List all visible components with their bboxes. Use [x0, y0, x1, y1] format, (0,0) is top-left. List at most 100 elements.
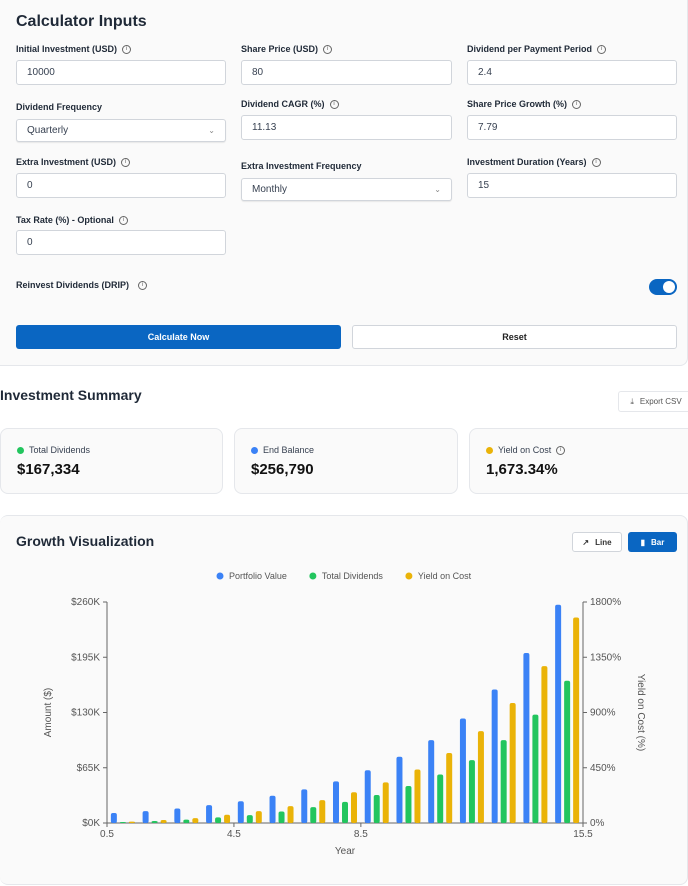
calculator-inputs-card: Calculator Inputs Initial Investment (US…	[0, 0, 688, 366]
bar-total-dividends	[468, 760, 475, 823]
bar-portfolio-value	[396, 756, 403, 823]
bar-portfolio-value	[142, 811, 149, 823]
dividend-cagr-input[interactable]: 11.13	[241, 115, 452, 140]
bar-yield-on-cost	[319, 800, 326, 823]
calculator-inputs-title: Calculator Inputs	[16, 13, 147, 30]
yellow-dot-icon	[486, 446, 493, 454]
bar-yield-on-cost	[192, 818, 199, 823]
bar-portfolio-value	[206, 805, 213, 823]
y2-axis-title: Yield on Cost (%)	[635, 674, 646, 751]
bar-yield-on-cost	[160, 820, 167, 823]
end-balance-label: End Balance	[251, 445, 314, 455]
x-tick-label: 8.5	[354, 829, 368, 840]
yield-on-cost-value: 1,673.34%	[486, 461, 558, 478]
y2-tick-label: 0%	[590, 818, 605, 829]
bar-portfolio-value	[491, 689, 498, 823]
y-tick-label: $65K	[77, 763, 101, 774]
legend-marker	[405, 572, 413, 580]
growth-chart: $0K $65K $130K $195K $260K 0% 450% 900% 1350% 180…	[43, 571, 646, 857]
bar-portfolio-value	[523, 653, 530, 823]
bar-portfolio-value	[364, 770, 371, 823]
info-icon[interactable]: i	[121, 157, 131, 167]
extra-investment-input[interactable]: 0	[16, 173, 226, 198]
legend-marker	[309, 572, 317, 580]
info-icon[interactable]: i	[591, 157, 601, 167]
legend-marker	[216, 572, 224, 580]
bar-total-dividends	[373, 794, 380, 823]
toggle-knob	[663, 281, 675, 293]
bar-yield-on-cost	[414, 769, 421, 823]
x-tick-label: 0.5	[100, 829, 114, 840]
bar-portfolio-value	[110, 813, 117, 823]
yield-on-cost-card: Yield on Cost i 1,673.34%	[469, 428, 688, 494]
label-text: Dividend per Payment Period	[467, 44, 593, 54]
bar-yield-on-cost	[477, 731, 484, 823]
info-icon[interactable]: i	[329, 99, 339, 109]
extra-frequency-select[interactable]: Monthly ⌄	[241, 178, 452, 201]
download-icon: ⤓	[630, 396, 634, 406]
info-icon[interactable]: i	[597, 44, 607, 54]
bar-portfolio-value	[459, 718, 466, 823]
green-dot-icon	[17, 446, 24, 454]
select-value: Monthly	[252, 184, 288, 195]
label-text: Reinvest Dividends (DRIP)	[16, 280, 130, 290]
label-text: Dividend CAGR (%)	[241, 99, 325, 109]
tax-rate-input[interactable]: 0	[16, 230, 226, 255]
y-tick-label: $195K	[71, 652, 100, 663]
bar-portfolio-value	[269, 795, 276, 823]
share-price-input[interactable]: 80	[241, 60, 452, 85]
summary-title: Investment Summary	[0, 387, 142, 403]
export-csv-button[interactable]: ⤓ Export CSV	[618, 391, 688, 412]
label-text: Investment Duration (Years)	[467, 157, 587, 167]
total-dividends-card: Total Dividends $167,334	[0, 428, 223, 494]
drip-toggle[interactable]	[649, 279, 677, 295]
calculate-button[interactable]: Calculate Now	[16, 325, 341, 349]
chevron-down-icon: ⌄	[434, 185, 441, 194]
info-icon[interactable]: i	[138, 280, 148, 290]
bar-yield-on-cost	[224, 814, 231, 823]
label-text: Share Price (USD)	[241, 44, 319, 54]
bar-total-dividends	[564, 680, 571, 823]
bar-total-dividends	[405, 786, 412, 823]
info-icon[interactable]: i	[118, 215, 128, 225]
bar-yield-on-cost	[509, 703, 516, 823]
info-icon[interactable]: i	[323, 44, 333, 54]
bar-yield-on-cost	[287, 806, 294, 823]
export-label: Export CSV	[639, 397, 682, 406]
bar-portfolio-value	[428, 740, 435, 823]
bar-yield-on-cost	[255, 811, 262, 823]
bar-yield-on-cost	[446, 753, 453, 823]
label-text: Tax Rate (%) - Optional	[16, 215, 114, 225]
bar-total-dividends	[278, 811, 285, 823]
label-text: Extra Investment (USD)	[16, 157, 117, 167]
y2-tick-label: 1800%	[590, 597, 621, 608]
label-text: Share Price Growth (%)	[467, 99, 568, 109]
reset-button[interactable]: Reset	[352, 325, 677, 349]
bar-total-dividends	[500, 740, 507, 823]
end-balance-value: $256,790	[251, 461, 314, 478]
info-icon[interactable]: i	[556, 445, 566, 455]
bar-total-dividends	[437, 774, 444, 823]
dividend-frequency-select[interactable]: Quarterly ⌄	[16, 119, 226, 142]
total-dividends-label: Total Dividends	[17, 445, 90, 455]
drip-label: Reinvest Dividends (DRIP) i	[16, 280, 148, 290]
legend-yield-on-cost: Yield on Cost	[418, 571, 472, 581]
bar-yield-on-cost	[382, 782, 389, 823]
bar-total-dividends	[215, 817, 222, 823]
bar-portfolio-value	[301, 789, 308, 823]
share-price-growth-input[interactable]: 7.79	[467, 115, 677, 140]
initial-investment-input[interactable]: 10000	[16, 60, 226, 85]
bar-total-dividends	[310, 807, 317, 823]
bar-total-dividends	[119, 821, 126, 823]
bar-total-dividends	[532, 714, 539, 823]
chevron-down-icon: ⌄	[208, 126, 215, 135]
duration-input[interactable]: 15	[467, 173, 677, 198]
info-icon[interactable]: i	[572, 99, 582, 109]
bar-portfolio-value	[174, 808, 181, 823]
duration-label: Investment Duration (Years) i	[467, 157, 601, 167]
dividend-per-period-input[interactable]: 2.4	[467, 60, 677, 85]
y-axis-title: Amount ($)	[43, 688, 54, 737]
info-icon[interactable]: i	[122, 44, 132, 54]
legend-portfolio-value: Portfolio Value	[229, 571, 287, 581]
y2-tick-label: 1350%	[590, 652, 621, 663]
